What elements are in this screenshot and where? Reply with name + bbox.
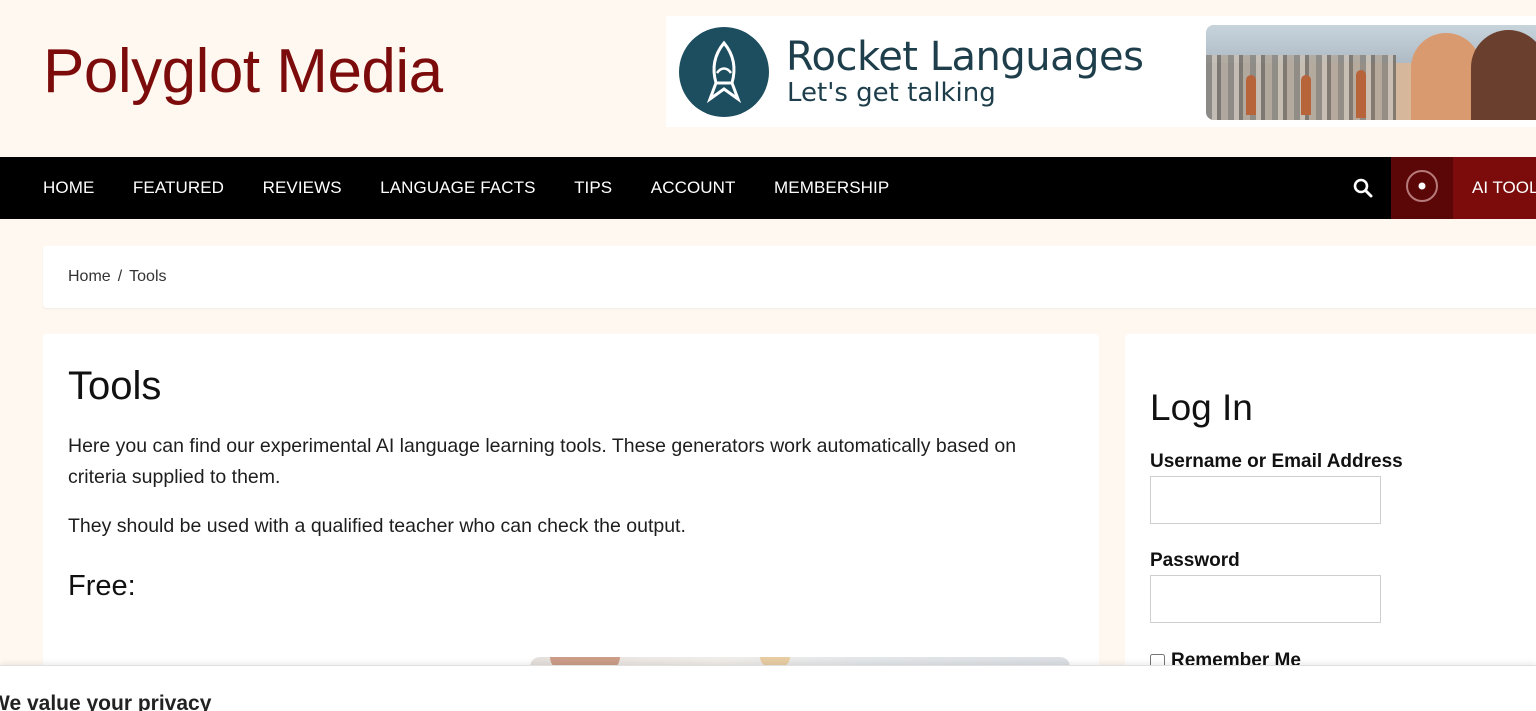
nav-item-reviews[interactable]: REVIEWS (263, 178, 342, 198)
main-navbar: HOME FEATURED REVIEWS LANGUAGE FACTS TIP… (0, 157, 1536, 219)
nav-item-tips[interactable]: TIPS (574, 178, 612, 198)
main-content-card: Tools Here you can find our experimental… (43, 334, 1099, 710)
site-header: Polyglot Media Rocket Languages Let's ge… (0, 0, 1536, 157)
teacher-note-paragraph: They should be used with a qualified tea… (68, 515, 686, 537)
password-input[interactable] (1150, 575, 1381, 623)
password-label: Password (1150, 550, 1240, 571)
login-sidebar: Log In Username or Email Address Passwor… (1125, 334, 1536, 710)
breadcrumb: Home / Tools (43, 246, 1536, 308)
ad-photo (1206, 25, 1536, 120)
intro-paragraph: Here you can find our experimental AI la… (68, 435, 1017, 488)
username-input[interactable] (1150, 476, 1381, 524)
nav-item-account[interactable]: ACCOUNT (651, 178, 736, 198)
username-label: Username or Email Address (1150, 451, 1403, 472)
nav-item-ai-tools[interactable]: AI TOOLS (1453, 157, 1536, 219)
login-title: Log In (1150, 387, 1253, 428)
breadcrumb-current: Tools (129, 268, 167, 285)
privacy-title: We value your privacy (0, 692, 212, 711)
ad-tagline: Let's get talking (787, 78, 996, 108)
nav-item-language-facts[interactable]: LANGUAGE FACTS (380, 178, 535, 198)
privacy-banner: We value your privacy (0, 665, 1536, 711)
page-title: Tools (68, 364, 162, 408)
search-icon[interactable] (1352, 177, 1374, 199)
ad-brand: Rocket Languages (786, 34, 1144, 80)
ad-banner[interactable]: Rocket Languages Let's get talking (666, 16, 1536, 127)
nav-list: HOME FEATURED REVIEWS LANGUAGE FACTS TIP… (43, 157, 928, 219)
site-title[interactable]: Polyglot Media (43, 36, 443, 107)
rocket-logo-icon (679, 27, 769, 117)
nav-item-home[interactable]: HOME (43, 178, 94, 198)
breadcrumb-separator: / (117, 268, 123, 285)
free-heading: Free: (68, 570, 136, 602)
ai-tools-icon-button[interactable] (1391, 157, 1453, 219)
nav-item-membership[interactable]: MEMBERSHIP (774, 178, 889, 198)
nav-item-featured[interactable]: FEATURED (133, 178, 224, 198)
target-circle-icon (1405, 169, 1439, 208)
breadcrumb-home-link[interactable]: Home (68, 268, 111, 285)
